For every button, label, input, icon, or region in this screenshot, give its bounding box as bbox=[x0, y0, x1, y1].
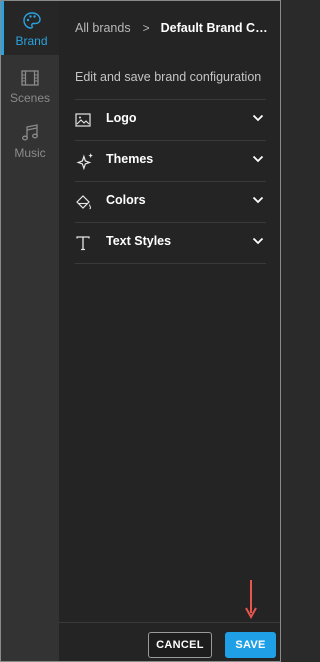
chevron-down-icon bbox=[252, 196, 264, 204]
side-nav-rail: Brand Scenes Music bbox=[1, 1, 59, 661]
action-footer: CANCEL SAVE bbox=[59, 622, 280, 661]
section-label: Colors bbox=[106, 193, 146, 207]
annotation-arrow-icon bbox=[245, 580, 257, 619]
rail-item-label: Scenes bbox=[9, 91, 51, 105]
rail-item-music[interactable]: Music bbox=[1, 113, 59, 167]
image-icon bbox=[75, 113, 91, 127]
save-button[interactable]: SAVE bbox=[225, 632, 276, 658]
rail-item-scenes[interactable]: Scenes bbox=[1, 58, 59, 112]
breadcrumb: All brands > Default Brand Confi... bbox=[75, 18, 275, 38]
breadcrumb-current: Default Brand Confi... bbox=[160, 21, 273, 35]
section-label: Themes bbox=[106, 152, 154, 166]
palette-icon bbox=[22, 12, 41, 29]
text-icon bbox=[76, 236, 90, 251]
chevron-down-icon bbox=[252, 114, 264, 122]
rail-item-brand[interactable]: Brand bbox=[1, 1, 59, 55]
section-text-styles[interactable]: Text Styles bbox=[75, 222, 266, 264]
rail-item-label: Brand bbox=[15, 34, 48, 48]
section-label: Logo bbox=[106, 111, 137, 125]
brand-config-main: All brands > Default Brand Confi... Edit… bbox=[59, 1, 280, 661]
cancel-button[interactable]: CANCEL bbox=[148, 632, 212, 658]
page-subtitle: Edit and save brand configuration bbox=[75, 70, 262, 84]
chevron-down-icon bbox=[252, 155, 264, 163]
paint-bucket-icon bbox=[76, 195, 91, 210]
section-label: Text Styles bbox=[106, 234, 172, 248]
section-colors[interactable]: Colors bbox=[75, 181, 266, 222]
section-logo[interactable]: Logo bbox=[75, 99, 266, 140]
chevron-down-icon bbox=[252, 237, 264, 245]
section-themes[interactable]: Themes bbox=[75, 140, 266, 181]
sparkle-icon bbox=[76, 153, 93, 170]
film-icon bbox=[21, 70, 39, 86]
brand-panel: Brand Scenes Music All brands > Default … bbox=[0, 0, 281, 662]
breadcrumb-separator: > bbox=[142, 21, 150, 35]
rail-item-label: Music bbox=[14, 146, 46, 160]
music-note-icon bbox=[22, 124, 38, 141]
breadcrumb-all-brands-link[interactable]: All brands bbox=[75, 21, 131, 35]
